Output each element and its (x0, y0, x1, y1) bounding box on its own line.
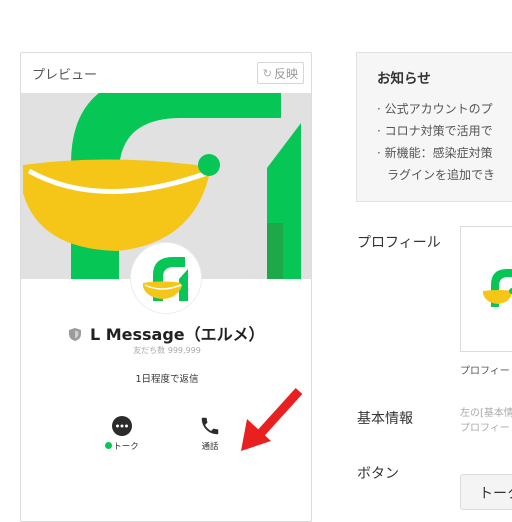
friends-count: 友だち数 999,999 (133, 346, 201, 355)
notice-line[interactable]: · 新機能：感染症対策 (377, 142, 512, 164)
notice-line[interactable]: ラグインを追加でき (377, 164, 512, 186)
basic-info-label: 基本情報 (357, 411, 413, 427)
profile-image-box[interactable] (460, 226, 512, 352)
profile-logo-icon (483, 269, 512, 307)
reply-time: 1日程度で返信 (135, 374, 199, 385)
basic-info-hint-line: プロフィー (460, 423, 510, 434)
red-arrow-annotation (241, 387, 303, 451)
talk-label: トーク (113, 442, 139, 452)
notice-title: お知らせ (377, 71, 431, 87)
avatar (131, 243, 201, 313)
refresh-icon: ↻ (262, 66, 272, 80)
profile-label: プロフィール (357, 235, 441, 251)
button-label: ボタン (357, 466, 399, 482)
basic-info-hint: 左の[基本情 プロフィー (460, 406, 512, 436)
profile-image-caption: プロフィー (460, 366, 510, 377)
chat-bubble-icon (112, 416, 132, 436)
talk-action[interactable]: トーク (92, 415, 152, 452)
account-name-row: L Message（エルメ） (21, 321, 311, 345)
preview-panel: プレビュー ↻ 反映 L Message（エルメ） 友だち数 999,999 1… (20, 52, 312, 522)
notice-line[interactable]: · コロナ対策で活用で (377, 120, 512, 142)
notice-box: お知らせ · 公式アカウントのプ · コロナ対策で活用で · 新機能：感染症対策… (356, 52, 512, 202)
shield-icon (69, 328, 82, 341)
account-name: L Message（エルメ） (89, 325, 265, 344)
preview-header: プレビュー ↻ 反映 (21, 53, 311, 93)
avatar-logo-icon (131, 243, 201, 313)
flip-button[interactable]: ↻ 反映 (256, 62, 304, 84)
button-select[interactable]: トーク (460, 474, 512, 510)
call-label: 通話 (201, 442, 219, 452)
basic-info-hint-line: 左の[基本情 (460, 408, 512, 419)
online-dot (105, 442, 113, 449)
flip-button-label: 反映 (273, 66, 298, 81)
preview-title: プレビュー (32, 67, 98, 83)
call-action[interactable]: 通話 (180, 415, 240, 452)
phone-icon (201, 417, 219, 435)
notice-line[interactable]: · 公式アカウントのプ (377, 98, 512, 120)
